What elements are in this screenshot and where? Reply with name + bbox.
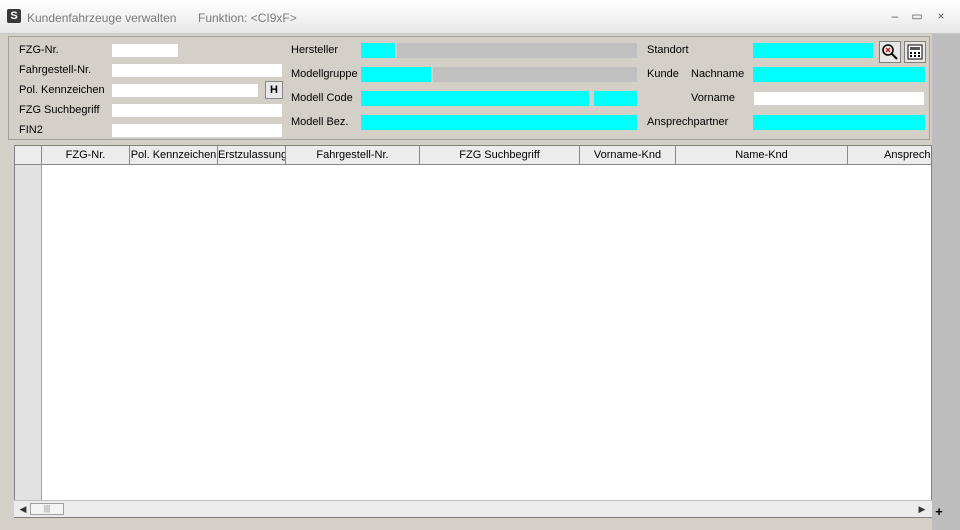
fzg-nr-label: FZG-Nr. [19,44,59,56]
app-logo-icon: S [7,9,21,23]
hersteller-description [397,43,637,58]
modellgruppe-input[interactable] [361,67,431,82]
window-title: Kundenfahrzeuge verwalten [27,11,177,25]
calculator-icon [907,44,923,60]
add-row-icon[interactable]: + [933,505,945,518]
fahrgestell-nr-label: Fahrgestell-Nr. [19,64,92,76]
modellbez-label: Modell Bez. [291,116,349,128]
modellcode-label: Modell Code [291,92,353,104]
scroll-right-arrow-icon[interactable]: ▶ [916,503,928,515]
window-side-frame [932,34,960,530]
nachname-label: Nachname [691,68,745,80]
kunde-label: Kunde [647,68,679,80]
search-icon [882,44,898,60]
scroll-thumb[interactable]: ||| [30,503,64,515]
close-button[interactable]: × [934,9,948,23]
suchbegriff-label: FZG Suchbegriff [19,104,100,116]
minimize-button[interactable]: – [888,9,902,23]
vorname-label: Vorname [691,92,736,104]
modellgruppe-label: Modellgruppe [291,68,358,80]
modellbez-input[interactable] [361,115,637,130]
scroll-left-arrow-icon[interactable]: ◀ [17,503,29,515]
standort-input[interactable] [753,43,873,58]
vehicle-grid[interactable]: FZG-Nr. Pol. Kennzeichen Erstzulassung F… [14,145,932,518]
column-header-erstzulassung[interactable]: Erstzulassung [218,146,286,165]
fin2-label: FIN2 [19,124,43,136]
nachname-input[interactable] [753,67,925,82]
standort-label: Standort [647,44,689,56]
ansprechpartner-input[interactable] [753,115,925,130]
title-bar: S Kundenfahrzeuge verwalten Funktion: <C… [0,0,960,34]
calculator-button[interactable] [904,41,926,63]
row-header-column [15,146,42,517]
hersteller-label: Hersteller [291,44,339,56]
modellgruppe-description [433,67,637,82]
grid-corner-cell [15,146,42,165]
vorname-input[interactable] [753,91,925,106]
modellcode-suffix-input[interactable] [594,91,637,106]
column-header-fzg-nr[interactable]: FZG-Nr. [42,146,130,165]
fahrgestell-nr-input[interactable] [111,63,283,78]
column-header-name-knd[interactable]: Name-Knd [676,146,848,165]
column-header-vorname-knd[interactable]: Vorname-Knd [580,146,676,165]
column-header-suchbegriff[interactable]: FZG Suchbegriff [420,146,580,165]
hersteller-input[interactable] [361,43,395,58]
fin2-input[interactable] [111,123,283,138]
maximize-button[interactable]: ▭ [910,9,924,23]
kennzeichen-label: Pol. Kennzeichen [19,84,105,96]
suchbegriff-input[interactable] [111,103,283,118]
window-function-code: Funktion: <CI9xF> [198,11,297,25]
fzg-nr-input[interactable] [111,43,179,58]
horizontal-scrollbar[interactable]: ◀ ||| ▶ [14,500,932,517]
column-header-fahrgestell-nr[interactable]: Fahrgestell-Nr. [286,146,420,165]
ansprechpartner-label: Ansprechpartner [647,116,729,128]
kennzeichen-input[interactable] [111,83,259,98]
h-button[interactable]: H [265,81,283,99]
filter-panel: FZG-Nr. Fahrgestell-Nr. Pol. Kennzeichen… [8,36,930,140]
modellcode-input[interactable] [361,91,589,106]
column-header-ansprechpartner[interactable]: Ansprechp [848,146,931,165]
column-header-kennzeichen[interactable]: Pol. Kennzeichen [130,146,218,165]
search-button[interactable] [879,41,901,63]
